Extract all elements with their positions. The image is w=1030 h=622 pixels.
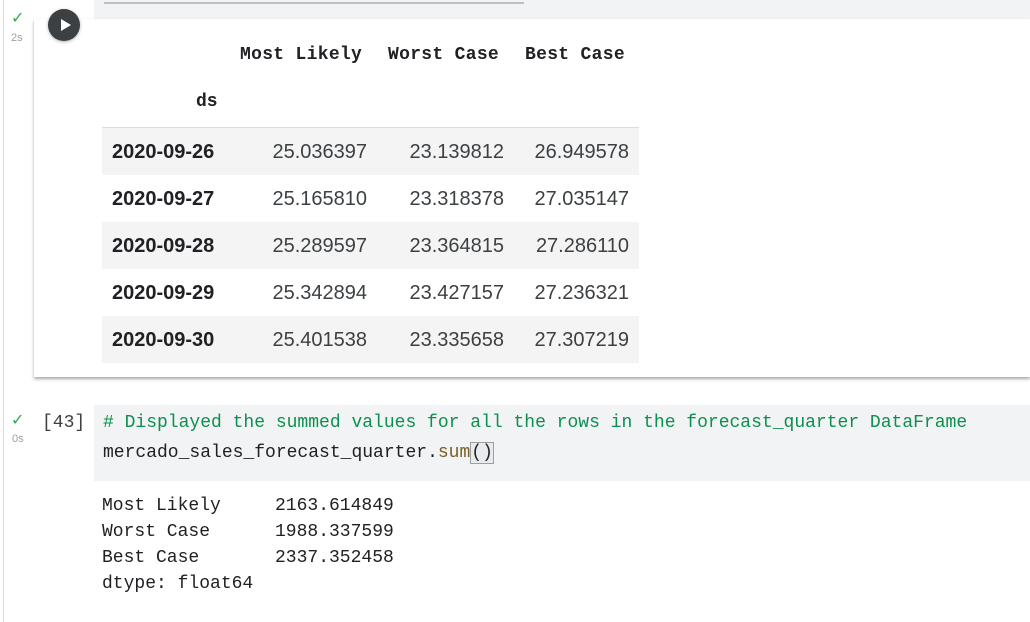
output-value: 1988.337599 bbox=[275, 522, 394, 542]
cell-best-case: 27.307219 bbox=[534, 329, 629, 351]
cell-worst-case: 23.364815 bbox=[409, 235, 504, 257]
cell-best-case: 26.949578 bbox=[534, 141, 629, 163]
check-icon: ✓ bbox=[11, 410, 25, 429]
code-object: mercado_sales_forecast_quarter bbox=[103, 443, 428, 463]
execution-time: 0s bbox=[12, 433, 24, 445]
output-value: 2337.352458 bbox=[275, 548, 394, 568]
cell-worst-case: 23.139812 bbox=[409, 141, 504, 163]
cell-best-case: 27.035147 bbox=[534, 188, 629, 210]
column-header-most-likely: Most Likely bbox=[240, 45, 363, 65]
check-icon: ✓ bbox=[11, 8, 25, 27]
output-dtype: dtype: float64 bbox=[102, 574, 254, 594]
column-header-worst-case: Worst Case bbox=[388, 45, 500, 65]
code-cell-partial[interactable] bbox=[94, 0, 1030, 19]
row-index: 2020-09-29 bbox=[112, 282, 215, 304]
cell-worst-case: 23.427157 bbox=[409, 282, 504, 304]
cell-best-case: 27.236321 bbox=[534, 282, 629, 304]
execution-count: [43] bbox=[42, 413, 86, 433]
cell-most-likely: 25.036397 bbox=[272, 141, 367, 163]
cell-most-likely: 25.165810 bbox=[272, 188, 367, 210]
column-header-best-case: Best Case bbox=[525, 45, 625, 65]
cell-worst-case: 23.335658 bbox=[409, 329, 504, 351]
table-row: 2020-09-26 25.036397 23.139812 26.949578 bbox=[102, 128, 639, 175]
code-method: sum bbox=[437, 443, 471, 463]
output-label: Worst Case bbox=[102, 522, 211, 542]
code-dot: . bbox=[427, 443, 438, 463]
cell-most-likely: 25.289597 bbox=[272, 235, 367, 257]
cell-worst-case: 23.318378 bbox=[409, 188, 504, 210]
dataframe-table: 2020-09-26 25.036397 23.139812 26.949578… bbox=[102, 127, 639, 363]
run-cell-button[interactable] bbox=[48, 9, 80, 41]
table-row: 2020-09-28 25.289597 23.364815 27.286110 bbox=[102, 222, 639, 269]
play-icon bbox=[60, 19, 71, 31]
index-name: ds bbox=[196, 92, 218, 112]
cell-best-case: 27.286110 bbox=[535, 235, 629, 257]
table-row: 2020-09-30 25.401538 23.335658 27.307219 bbox=[102, 316, 639, 363]
output-label: Best Case bbox=[102, 548, 200, 568]
cell-gutter-rule bbox=[3, 0, 4, 622]
cell-most-likely: 25.342894 bbox=[272, 282, 367, 304]
code-comment: # Displayed the summed values for all th… bbox=[103, 413, 968, 433]
output-label: Most Likely bbox=[102, 496, 221, 516]
execution-time: 2s bbox=[11, 32, 23, 44]
row-index: 2020-09-28 bbox=[112, 235, 215, 257]
output-value: 2163.614849 bbox=[275, 496, 394, 516]
cell-most-likely: 25.401538 bbox=[272, 329, 367, 351]
code-comment-line[interactable]: # Displayed the summed values for all th… bbox=[103, 413, 967, 433]
code-statement-line[interactable]: mercado_sales_forecast_quarter.sum() bbox=[103, 442, 494, 464]
table-row: 2020-09-29 25.342894 23.427157 27.236321 bbox=[102, 269, 639, 316]
table-row: 2020-09-27 25.165810 23.318378 27.035147 bbox=[102, 175, 639, 222]
row-index: 2020-09-26 bbox=[112, 141, 215, 163]
row-index: 2020-09-27 bbox=[112, 188, 215, 210]
code-parens: () bbox=[470, 442, 494, 464]
row-index: 2020-09-30 bbox=[112, 329, 215, 351]
